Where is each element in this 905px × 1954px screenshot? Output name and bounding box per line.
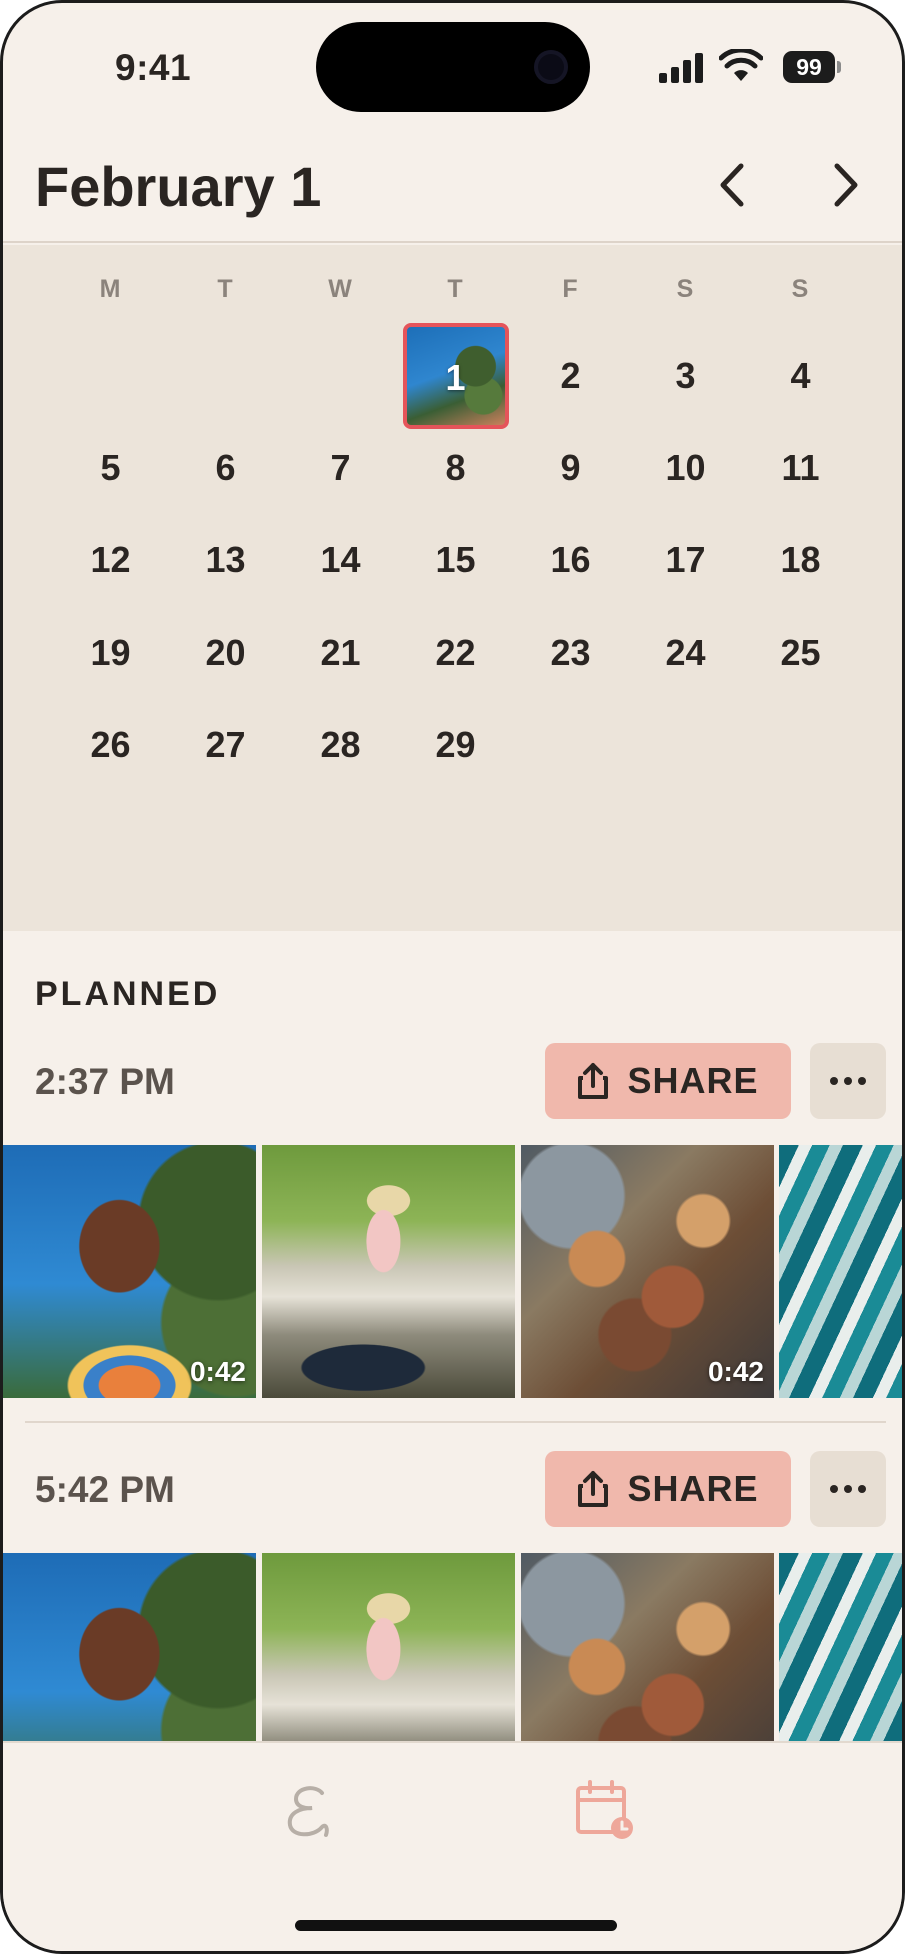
calendar-day[interactable]: 6 (168, 433, 283, 503)
calendar-day[interactable]: 24 (628, 618, 743, 688)
weekday-label: T (447, 275, 464, 303)
cellular-signal-icon (659, 53, 703, 83)
tab-calendar[interactable] (573, 1779, 637, 1843)
weekday-label: F (562, 275, 579, 303)
calendar-day[interactable]: 18 (743, 525, 858, 595)
dynamic-island (316, 22, 590, 112)
calendar-day[interactable]: 17 (628, 525, 743, 595)
weekday-header: M T W T F S S (3, 275, 902, 315)
weekday-label: S (791, 275, 810, 303)
section-title: PLANNED (35, 975, 221, 1013)
more-options-button[interactable] (810, 1451, 886, 1527)
calendar-day[interactable]: 13 (168, 525, 283, 595)
home-indicator (295, 1920, 617, 1931)
calendar-day[interactable]: 11 (743, 433, 858, 503)
chevron-left-icon (720, 163, 744, 207)
calendar-day[interactable]: 19 (53, 618, 168, 688)
tab-home[interactable] (277, 1779, 341, 1843)
more-options-button[interactable] (810, 1043, 886, 1119)
calendar-day[interactable]: 8 (398, 433, 513, 503)
status-time: 9:41 (115, 47, 192, 88)
slot-time: 5:42 PM (35, 1469, 175, 1510)
media-thumbnail[interactable] (262, 1145, 515, 1398)
ellipsis-icon (827, 1072, 869, 1090)
status-bar: 9:41 99 (3, 3, 902, 123)
next-button[interactable] (815, 155, 875, 215)
media-thumbnail[interactable]: 0:42 (3, 1145, 256, 1398)
media-thumbnail[interactable] (779, 1145, 902, 1398)
ellipsis-icon (827, 1480, 869, 1498)
page-title: February 1 (35, 155, 322, 218)
calendar-day[interactable]: 29 (398, 710, 513, 780)
calendar-day[interactable]: 1 (402, 323, 509, 429)
weekday-label: T (217, 275, 234, 303)
media-row (3, 1553, 902, 1741)
slot-time: 2:37 PM (35, 1061, 175, 1102)
share-label: SHARE (627, 1468, 759, 1509)
calendar-day[interactable]: 3 (628, 341, 743, 411)
share-icon (578, 1063, 609, 1099)
wifi-icon (718, 47, 764, 83)
share-icon (578, 1471, 609, 1507)
header: February 1 (3, 141, 902, 243)
calendar-day[interactable]: 27 (168, 710, 283, 780)
share-button[interactable]: SHARE (545, 1451, 791, 1527)
calendar-day[interactable]: 10 (628, 433, 743, 503)
media-thumbnail[interactable] (521, 1553, 774, 1741)
calendar-day[interactable]: 9 (513, 433, 628, 503)
divider (25, 1421, 886, 1423)
calendar-day[interactable]: 26 (53, 710, 168, 780)
calendar-day[interactable]: 16 (513, 525, 628, 595)
calendar-day[interactable]: 23 (513, 618, 628, 688)
calendar-day[interactable]: 20 (168, 618, 283, 688)
media-thumbnail[interactable] (3, 1553, 256, 1741)
calendar-day[interactable]: 12 (53, 525, 168, 595)
previous-button[interactable] (703, 155, 763, 215)
calendar-day[interactable]: 7 (283, 433, 398, 503)
weekday-label: W (328, 275, 353, 303)
weekday-label: M (99, 275, 122, 303)
video-duration: 0:42 (707, 1356, 764, 1387)
calendar-day[interactable]: 4 (743, 341, 858, 411)
camera-icon (534, 50, 568, 84)
calendar-day[interactable]: 2 (513, 341, 628, 411)
battery-level: 99 (783, 51, 835, 83)
media-thumbnail[interactable]: 0:42 (521, 1145, 774, 1398)
phone-screen: 9:41 99 February 1 M T W T F S S 1 2 3 4… (0, 0, 905, 1954)
battery-icon: 99 (783, 51, 841, 85)
media-thumbnail[interactable] (779, 1553, 902, 1741)
calendar-day[interactable]: 22 (398, 618, 513, 688)
calendar-day[interactable]: 15 (398, 525, 513, 595)
script-e-icon (287, 1786, 329, 1837)
calendar-day[interactable]: 14 (283, 525, 398, 595)
share-label: SHARE (627, 1060, 759, 1101)
video-duration: 0:42 (189, 1356, 246, 1387)
media-row: 0:42 0:42 (3, 1145, 902, 1398)
media-thumbnail[interactable] (262, 1553, 515, 1741)
chevron-right-icon (834, 163, 858, 207)
calendar-day[interactable]: 21 (283, 618, 398, 688)
calendar-day[interactable]: 28 (283, 710, 398, 780)
weekday-label: S (676, 275, 695, 303)
calendar-day[interactable]: 25 (743, 618, 858, 688)
calendar-grid: M T W T F S S 1 2 3 4 5 6 7 8 9 10 11 12 13 14 15 16 17 1… (3, 245, 902, 931)
calendar-clock-icon (576, 1780, 633, 1839)
calendar-day[interactable]: 5 (53, 433, 168, 503)
share-button[interactable]: SHARE (545, 1043, 791, 1119)
